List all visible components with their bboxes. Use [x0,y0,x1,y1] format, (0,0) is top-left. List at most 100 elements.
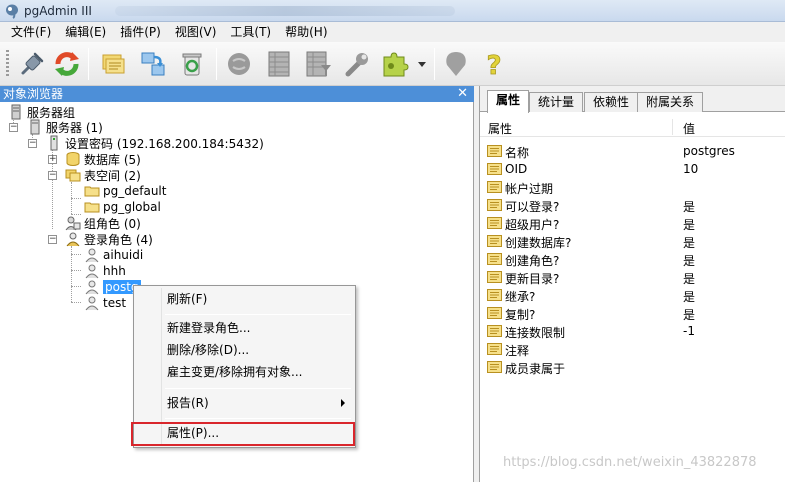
plugins-dropdown-button[interactable] [414,47,430,81]
help-button[interactable]: ? [477,47,511,81]
property-row[interactable]: 更新目录? 是 [480,268,785,286]
property-name: 帐户过期 [505,182,554,196]
menu-edit[interactable]: 编辑(E) [58,22,113,42]
tree-label: pg_default [103,184,167,198]
property-name: 创建数据库? [505,236,572,250]
property-value: 是 [683,290,696,304]
property-name: 创建角色? [505,254,560,268]
refresh-icon [55,52,79,76]
context-menu-delete[interactable]: 删除/移除(D)... [136,339,353,361]
property-row[interactable]: OID 10 [480,160,785,178]
tree-expander[interactable]: − [48,171,57,180]
tree-node-role-test[interactable]: test [84,295,126,311]
properties-pane: 属性 统计量 依赖性 附属关系 属性 值 名称 postgres OID 10 帐户过期… [479,86,785,482]
property-row[interactable]: 帐户过期 [480,178,785,196]
close-icon[interactable]: ✕ [457,86,468,102]
property-row[interactable]: 继承? 是 [480,286,785,304]
tab-properties[interactable]: 属性 [487,90,530,113]
property-row[interactable]: 成员隶属于 [480,358,785,376]
plugins-button[interactable] [378,47,412,81]
view-data-icon [268,51,290,77]
connect-button[interactable] [14,47,48,81]
context-menu-new-login-role[interactable]: 新建登录角色... [136,317,353,339]
property-value: 是 [683,254,696,268]
property-icon [487,343,502,355]
tree-expander[interactable]: + [48,155,57,164]
tree-node-server[interactable]: 设置密码 (192.168.200.184:5432) [46,135,264,151]
login-roles-icon [66,232,80,247]
tree-expander[interactable]: − [9,123,18,132]
tree-expander[interactable]: − [28,139,37,148]
context-menu-refresh[interactable]: 刷新(F) [136,288,353,310]
tree-node-role-hhh[interactable]: hhh [84,263,126,279]
tree-node-login-roles[interactable]: 登录角色 (4) [65,231,153,247]
annotation-highlight-box [131,422,355,446]
column-divider[interactable] [672,119,673,135]
property-name: 注释 [505,344,530,358]
maintenance-button[interactable] [340,47,374,81]
property-row[interactable]: 超级用户? 是 [480,214,785,232]
property-name: 可以登录? [505,200,560,214]
menu-plugins[interactable]: 插件(P) [113,22,168,42]
object-browser-header: 对象浏览器 ✕ [0,86,474,102]
help-question-icon: ? [486,51,502,79]
tree-node-role-aihuidi[interactable]: aihuidi [84,247,143,263]
folder-properties-icon [102,54,125,74]
property-icon [487,145,502,157]
property-row[interactable]: 连接数限制 -1 [480,322,785,340]
column-header-value[interactable]: 值 [683,120,695,137]
property-row[interactable]: 可以登录? 是 [480,196,785,214]
tree-node-group-roles[interactable]: 组角色 (0) [65,215,141,231]
tree-connector [71,254,81,255]
context-menu-separator [165,418,351,419]
property-value: postgres [683,144,735,158]
menu-file[interactable]: 文件(F) [4,22,58,42]
toolbar-separator [434,48,435,80]
filtered-data-button[interactable] [301,47,335,81]
context-menu-reassign-owned[interactable]: 雇主变更/移除拥有对象... [136,361,353,383]
tree-expander[interactable]: − [48,235,57,244]
toolbar-grip[interactable] [6,50,9,78]
tree-node-tablespaces[interactable]: 表空间 (2) [65,167,141,183]
property-row[interactable]: 名称 postgres [480,142,785,160]
create-object-button[interactable] [136,47,170,81]
tree-label: test [103,296,127,310]
hint-button[interactable] [439,47,473,81]
property-icon [487,163,502,175]
property-value: 10 [683,162,699,176]
sql-button[interactable] [222,47,256,81]
property-row[interactable]: 创建角色? 是 [480,250,785,268]
context-menu-separator [165,388,351,389]
chevron-down-icon [418,62,426,67]
tree-node-servers[interactable]: 服务器 (1) [27,119,103,135]
view-data-button[interactable] [262,47,296,81]
tab-dependents[interactable]: 附属关系 [637,92,704,112]
menu-tools[interactable]: 工具(T) [223,22,278,42]
tree-node-databases[interactable]: 数据库 (5) [65,151,141,167]
property-icon [487,217,502,229]
tree-label: hhh [103,264,126,278]
properties-button[interactable] [96,47,130,81]
column-header-property[interactable]: 属性 [488,120,512,137]
tree-node-pg-default[interactable]: pg_default [84,183,166,199]
delete-button[interactable] [175,47,209,81]
property-name: 连接数限制 [505,326,566,340]
property-row[interactable]: 复制? 是 [480,304,785,322]
menu-view[interactable]: 视图(V) [168,22,224,42]
tree-node-pg-global[interactable]: pg_global [84,199,161,215]
user-icon [85,280,99,295]
property-icon [487,361,502,373]
refresh-button[interactable] [50,47,84,81]
context-menu-report-label: 报告(R) [167,396,209,410]
tab-statistics[interactable]: 统计量 [529,92,584,112]
user-icon [85,296,99,311]
property-value: -1 [683,324,695,338]
submenu-arrow-icon [341,399,345,407]
property-row[interactable]: 注释 [480,340,785,358]
folders-icon [65,169,81,182]
property-row[interactable]: 创建数据库? 是 [480,232,785,250]
tab-dependencies[interactable]: 依赖性 [584,92,639,112]
menu-help[interactable]: 帮助(H) [278,22,334,42]
context-menu-report[interactable]: 报告(R) [136,392,353,414]
property-icon [487,325,502,337]
